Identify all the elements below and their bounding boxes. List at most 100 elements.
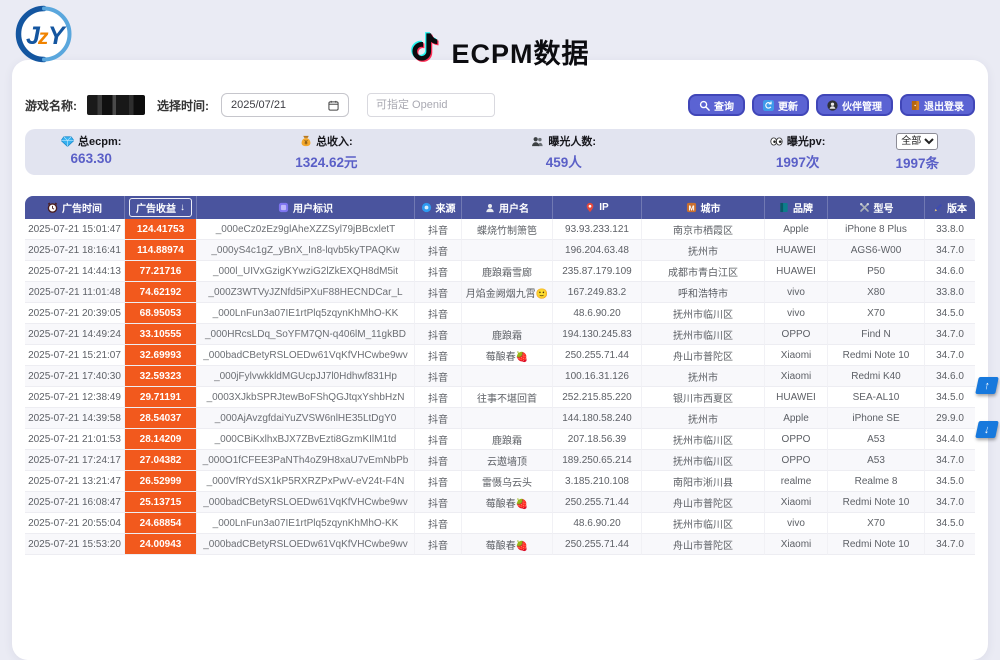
- action-buttons: 查询更新 伙伴管理 退出登录: [688, 94, 975, 116]
- game-name-label: 游戏名称:: [25, 97, 77, 114]
- alarm-clock-icon: [47, 202, 58, 213]
- cell-ad_time: 2025-07-21 17:40:30: [25, 366, 125, 387]
- cell-source: 抖音: [415, 408, 462, 429]
- cell-brand: Xiaomi: [765, 345, 828, 366]
- pin-icon: [585, 202, 595, 213]
- cell-brand: realme: [765, 471, 828, 492]
- cell-city: 抚州市临川区: [642, 324, 765, 345]
- rows-filter: 全部 1997条: [895, 133, 939, 172]
- cell-brand: HUAWEI: [765, 387, 828, 408]
- openid-input[interactable]: [367, 93, 495, 117]
- col-header-model[interactable]: 型号: [828, 196, 925, 219]
- cell-ad_revenue: 32.59323: [125, 366, 197, 387]
- col-header-source[interactable]: 来源: [415, 196, 462, 219]
- col-header-user_id[interactable]: 用户标识: [197, 196, 415, 219]
- cell-brand: Apple: [765, 408, 828, 429]
- cell-ad_time: 2025-07-21 16:08:47: [25, 492, 125, 513]
- cell-source: 抖音: [415, 324, 462, 345]
- table-row: 2025-07-21 12:38:4929.71191_0003XJkbSPRJ…: [25, 387, 975, 408]
- col-header-ad_time[interactable]: 广告时间: [25, 196, 125, 219]
- partner-button[interactable]: 伙伴管理: [816, 94, 893, 116]
- query-button[interactable]: 查询: [688, 94, 745, 116]
- cell-user_id: _000CBiKxlhxBJX7ZBvEzti8GzmKIlM1td: [197, 429, 415, 450]
- cell-source: 抖音: [415, 492, 462, 513]
- cell-ip: 196.204.63.48: [553, 240, 642, 261]
- cell-ad_time: 2025-07-21 21:01:53: [25, 429, 125, 450]
- cell-model: X80: [828, 282, 925, 303]
- cell-city: 南京市栖霞区: [642, 219, 765, 240]
- cell-model: P50: [828, 261, 925, 282]
- cell-version: 34.7.0: [925, 492, 975, 513]
- cell-version: 34.7.0: [925, 534, 975, 555]
- moneybag-icon: ¥: [300, 135, 312, 147]
- cell-username: [462, 366, 553, 387]
- cell-username: 月焰金阙烟九霄🙂: [462, 282, 553, 303]
- col-header-username[interactable]: 用户名: [462, 196, 553, 219]
- cell-ad_time: 2025-07-21 14:49:24: [25, 324, 125, 345]
- col-header-version[interactable]: 版本: [925, 196, 975, 219]
- cell-ip: 194.130.245.83: [553, 324, 642, 345]
- logout-button[interactable]: 退出登录: [900, 94, 975, 116]
- cell-city: 舟山市普陀区: [642, 492, 765, 513]
- partner-icon: [827, 100, 838, 111]
- col-header-brand[interactable]: 品牌: [765, 196, 828, 219]
- cell-user_id: _000O1fCFEE3PaNTh4oZ9H8xaU7vEmNbPb: [197, 450, 415, 471]
- cell-ad_revenue: 77.21716: [125, 261, 197, 282]
- cell-city: 抚州市临川区: [642, 429, 765, 450]
- rows-filter-select[interactable]: 全部: [896, 133, 938, 150]
- col-header-ad_revenue[interactable]: 广告收益↓: [125, 196, 197, 219]
- table-row: 2025-07-21 17:40:3032.59323_000jFylvwkkl…: [25, 366, 975, 387]
- cell-user_id: _000eCz0zEz9glAheXZZSyl79jBBcxletT: [197, 219, 415, 240]
- cell-brand: OPPO: [765, 429, 828, 450]
- scroll-up-button[interactable]: ↑: [975, 377, 999, 394]
- stats-list: 总ecpm:663.30¥总收入:1324.62元曝光人数:459人曝光pv:1…: [61, 133, 825, 171]
- col-header-ip[interactable]: IP: [553, 196, 642, 219]
- cell-version: 34.7.0: [925, 345, 975, 366]
- cell-ad_revenue: 28.14209: [125, 429, 197, 450]
- update-button[interactable]: 更新: [752, 94, 809, 116]
- cell-brand: Xiaomi: [765, 534, 828, 555]
- date-input[interactable]: 2025/07/21: [221, 93, 349, 117]
- cell-version: 34.6.0: [925, 261, 975, 282]
- cell-ad_revenue: 68.95053: [125, 303, 197, 324]
- cell-ad_time: 2025-07-21 20:55:04: [25, 513, 125, 534]
- cell-ad_revenue: 27.04382: [125, 450, 197, 471]
- cell-username: [462, 408, 553, 429]
- cell-username: 莓酿春🍓: [462, 534, 553, 555]
- cell-version: 29.9.0: [925, 408, 975, 429]
- button-label: 伙伴管理: [842, 98, 882, 113]
- cell-model: Redmi Note 10: [828, 345, 925, 366]
- cell-ip: 167.249.83.2: [553, 282, 642, 303]
- button-label: 退出登录: [924, 98, 964, 113]
- cell-user_id: _000badCBetyRSLOEDw61VqKfVHCwbe9wv: [197, 534, 415, 555]
- cell-ip: 3.185.210.108: [553, 471, 642, 492]
- col-header-city[interactable]: M城市: [642, 196, 765, 219]
- cell-version: 34.5.0: [925, 513, 975, 534]
- jzy-logo: J z Y: [14, 4, 74, 64]
- calendar-icon[interactable]: [328, 100, 339, 111]
- cell-ad_time: 2025-07-21 15:01:47: [25, 219, 125, 240]
- cell-brand: Xiaomi: [765, 492, 828, 513]
- cell-username: 云遨墙顶: [462, 450, 553, 471]
- people-icon: [531, 136, 544, 147]
- page-title: ECPM数据: [451, 41, 589, 68]
- scroll-down-button[interactable]: ↓: [975, 421, 999, 438]
- row-count: 1997条: [895, 152, 939, 172]
- cell-source: 抖音: [415, 450, 462, 471]
- table-row: 2025-07-21 15:53:2024.00943_000badCBetyR…: [25, 534, 975, 555]
- table-row: 2025-07-21 14:49:2433.10555_000HRcsLDq_S…: [25, 324, 975, 345]
- cell-ad_time: 2025-07-21 18:16:41: [25, 240, 125, 261]
- cell-user_id: _000l_UIVxGzigKYwziG2lZkEXQH8dM5it: [197, 261, 415, 282]
- cell-username: 往事不堪回首: [462, 387, 553, 408]
- time-label: 选择时间:: [157, 97, 209, 114]
- stat-value: 663.30: [71, 151, 112, 166]
- cell-city: 呼和浩特市: [642, 282, 765, 303]
- cell-city: 银川市西夏区: [642, 387, 765, 408]
- cell-version: 34.6.0: [925, 366, 975, 387]
- brand-icon: [779, 202, 789, 213]
- cell-model: Redmi Note 10: [828, 492, 925, 513]
- cell-brand: OPPO: [765, 450, 828, 471]
- cell-username: 鹿踉霜: [462, 429, 553, 450]
- pencil-icon: [933, 203, 943, 213]
- cell-city: 成都市青白江区: [642, 261, 765, 282]
